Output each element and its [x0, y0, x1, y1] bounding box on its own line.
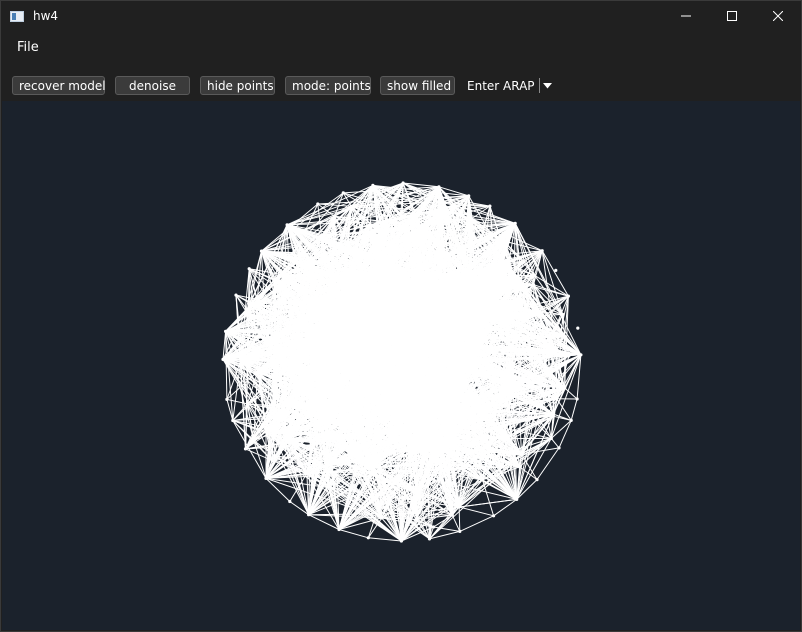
hide-points-button[interactable]: hide points — [200, 76, 275, 95]
maximize-icon — [727, 11, 737, 21]
mode-button[interactable]: mode: points — [285, 76, 371, 95]
mesh-edge — [564, 387, 578, 400]
close-icon — [773, 11, 783, 21]
maximize-button[interactable] — [709, 1, 755, 31]
minimize-icon — [681, 15, 691, 17]
app-window: hw4 File recover model denoise hide poin… — [0, 0, 802, 632]
mesh-edge — [459, 515, 494, 532]
recover-model-button[interactable]: recover model — [12, 76, 106, 95]
mesh-edge — [550, 438, 560, 449]
menu-bar: File — [1, 33, 801, 61]
combo-divider — [538, 78, 540, 93]
title-bar[interactable]: hw4 — [1, 1, 801, 31]
chevron-down-icon — [542, 82, 552, 88]
minimize-button[interactable] — [663, 1, 709, 31]
mesh-edge — [317, 203, 352, 207]
mesh-edge — [451, 514, 461, 532]
window-controls — [663, 1, 801, 31]
mesh-edge — [558, 420, 572, 449]
mesh-edge — [536, 447, 560, 480]
denoise-button[interactable]: denoise — [115, 76, 190, 95]
arap-combo-value: Enter ARAP — [467, 78, 535, 93]
mesh-drawing — [221, 181, 583, 543]
mesh-edge — [338, 529, 369, 539]
app-icon — [10, 10, 24, 22]
window-title: hw4 — [33, 9, 59, 23]
show-filled-button[interactable]: show filled — [380, 76, 455, 95]
menu-file[interactable]: File — [17, 40, 39, 55]
viewport-canvas[interactable] — [2, 101, 800, 630]
close-button[interactable] — [755, 1, 801, 31]
toolbar: recover model denoise hide points mode: … — [1, 74, 801, 98]
mesh-edge — [368, 537, 402, 542]
mesh-edge — [458, 506, 494, 517]
arap-combo[interactable]: Enter ARAP — [467, 76, 552, 95]
mesh-edge — [570, 398, 578, 421]
